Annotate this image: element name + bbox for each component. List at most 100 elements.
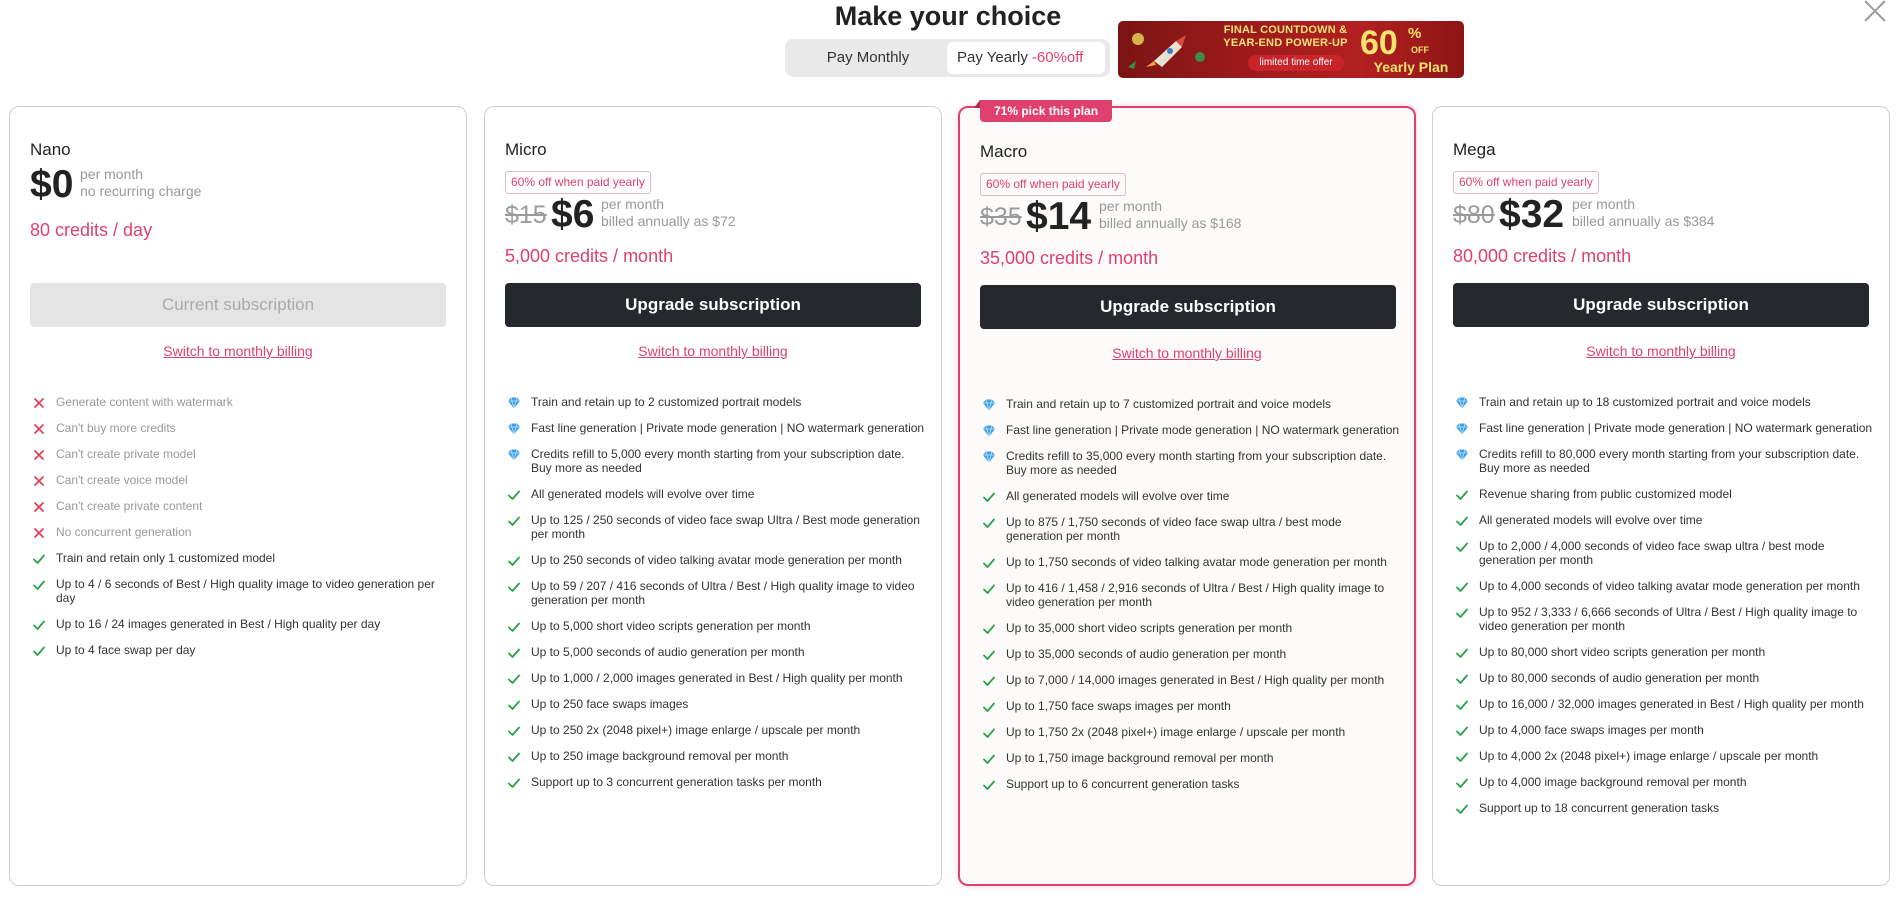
feature-text: Generate content with watermark <box>56 395 233 409</box>
check-icon <box>32 644 46 658</box>
feature-text: Credits refill to 5,000 every month star… <box>531 447 905 475</box>
diamond-icon <box>1455 422 1469 436</box>
feature-item: Up to 59 / 207 / 416 seconds of Ultra / … <box>505 579 925 607</box>
check-icon <box>982 622 996 636</box>
upgrade-subscription-button[interactable]: Upgrade subscription <box>980 285 1396 329</box>
price-period: per month billed annually as $72 <box>601 196 736 230</box>
feature-item: Up to 7,000 / 14,000 images generated in… <box>980 673 1400 687</box>
price-period-line-2: billed annually as $168 <box>1099 215 1242 231</box>
banner-headline-line-1: FINAL COUNTDOWN & <box>1223 24 1348 36</box>
check-icon <box>507 672 521 686</box>
feature-item: Credits refill to 80,000 every month sta… <box>1453 447 1873 475</box>
check-icon <box>1455 698 1469 712</box>
feature-text: Up to 1,750 seconds of video talking ava… <box>1006 555 1387 569</box>
check-icon <box>507 554 521 568</box>
price-period-line-2: billed annually as $72 <box>601 213 736 229</box>
switch-monthly-billing-link[interactable]: Switch to monthly billing <box>960 345 1414 361</box>
price-period-line-1: per month <box>80 166 144 182</box>
check-icon <box>1455 580 1469 594</box>
diamond-icon <box>1455 448 1469 462</box>
cross-icon <box>32 526 46 540</box>
switch-monthly-billing-link[interactable]: Switch to monthly billing <box>485 343 941 359</box>
feature-item: Up to 5,000 short video scripts generati… <box>505 619 925 633</box>
check-icon <box>1455 606 1469 620</box>
feature-item: Fast line generation | Private mode gene… <box>980 423 1400 437</box>
plan-name: Macro <box>980 142 1028 161</box>
banner-headline: FINAL COUNTDOWN & YEAR-END POWER-UP <box>1198 24 1373 50</box>
pay-yearly-option[interactable]: Pay Yearly -60%off <box>947 42 1105 74</box>
original-price: $15 <box>505 201 547 229</box>
price-period-line-1: per month <box>601 196 665 212</box>
feature-text: Revenue sharing from public customized m… <box>1479 487 1732 501</box>
feature-item: Can't create private content <box>30 499 450 513</box>
feature-item: Credits refill to 5,000 every month star… <box>505 447 925 475</box>
feature-item: Credits refill to 35,000 every month sta… <box>980 449 1400 477</box>
price-period: per month billed annually as $384 <box>1572 196 1714 230</box>
current-price: $14 <box>1026 195 1092 238</box>
cross-icon <box>32 448 46 462</box>
feature-item: Up to 5,000 seconds of audio generation … <box>505 645 925 659</box>
feature-list: Train and retain up to 7 customized port… <box>980 397 1400 803</box>
plan-name: Nano <box>30 140 71 159</box>
feature-text: Can't create private content <box>56 499 203 513</box>
feature-text: Up to 250 2x (2048 pixel+) image enlarge… <box>531 723 861 737</box>
feature-item: Up to 2,000 / 4,000 seconds of video fac… <box>1453 539 1873 567</box>
original-price: $80 <box>1453 201 1495 229</box>
feature-text: Can't create private model <box>56 447 196 461</box>
diamond-icon <box>507 396 521 410</box>
check-icon <box>982 674 996 688</box>
current-subscription-button: Current subscription <box>30 283 446 327</box>
switch-monthly-billing-link[interactable]: Switch to monthly billing <box>10 343 466 359</box>
banner-discount-number: 60 <box>1360 24 1398 62</box>
feature-text: Credits refill to 80,000 every month sta… <box>1479 447 1860 475</box>
plan-card-micro: Micro 60% off when paid yearly $15 $6 per mo… <box>484 106 942 886</box>
feature-text: Up to 416 / 1,458 / 2,916 seconds of Ult… <box>1006 581 1385 609</box>
feature-list: Generate content with watermark Can't buy… <box>30 395 450 669</box>
feature-text: Fast line generation | Private mode gene… <box>1006 423 1400 437</box>
check-icon <box>507 698 521 712</box>
feature-list: Train and retain up to 18 customized por… <box>1453 395 1873 827</box>
diamond-icon <box>1455 396 1469 410</box>
feature-text: Support up to 18 concurrent generation t… <box>1479 801 1720 815</box>
pay-monthly-option[interactable]: Pay Monthly <box>793 42 943 74</box>
price-period: per month no recurring charge <box>80 166 201 200</box>
feature-text: Up to 5,000 short video scripts generati… <box>531 619 811 633</box>
feature-item: Generate content with watermark <box>30 395 450 409</box>
feature-text: Up to 4 face swap per day <box>56 643 196 657</box>
feature-text: Up to 2,000 / 4,000 seconds of video fac… <box>1479 539 1825 567</box>
check-icon <box>32 618 46 632</box>
close-icon[interactable] <box>1862 0 1888 22</box>
feature-text: Up to 5,000 seconds of audio generation … <box>531 645 805 659</box>
banner-off: OFF <box>1411 45 1429 55</box>
check-icon <box>507 776 521 790</box>
upgrade-subscription-button[interactable]: Upgrade subscription <box>505 283 921 327</box>
feature-item: Up to 4 face swap per day <box>30 643 450 657</box>
plan-name: Micro <box>505 140 547 159</box>
yearly-discount-tag: 60% off when paid yearly <box>980 173 1126 196</box>
banner-plan: Yearly Plan <box>1373 59 1449 75</box>
check-icon <box>1455 802 1469 816</box>
promo-banner[interactable]: FINAL COUNTDOWN & YEAR-END POWER-UP limit… <box>1118 21 1464 78</box>
feature-item: Up to 416 / 1,458 / 2,916 seconds of Ult… <box>980 581 1400 609</box>
plan-card-nano: Nano $0 per month no recurring charge 80 cre… <box>9 106 467 886</box>
feature-item: Up to 875 / 1,750 seconds of video face … <box>980 515 1400 543</box>
feature-text: No concurrent generation <box>56 525 192 539</box>
feature-text: Up to 4,000 face swaps images per month <box>1479 723 1704 737</box>
price-period-line-2: billed annually as $384 <box>1572 213 1715 229</box>
check-icon <box>982 700 996 714</box>
current-price: $32 <box>1499 193 1565 236</box>
feature-text: Up to 7,000 / 14,000 images generated in… <box>1006 673 1385 687</box>
feature-item: Can't create voice model <box>30 473 450 487</box>
cross-icon <box>32 396 46 410</box>
upgrade-subscription-button[interactable]: Upgrade subscription <box>1453 283 1869 327</box>
feature-text: Up to 250 seconds of video talking avata… <box>531 553 902 567</box>
switch-monthly-billing-link[interactable]: Switch to monthly billing <box>1433 343 1889 359</box>
feature-text: Up to 250 image background removal per m… <box>531 749 789 763</box>
check-icon <box>982 490 996 504</box>
feature-item: Train and retain up to 18 customized por… <box>1453 395 1873 409</box>
feature-text: All generated models will evolve over ti… <box>531 487 755 501</box>
feature-text: Train and retain only 1 customized model <box>56 551 275 565</box>
feature-text: Up to 1,750 image background removal per… <box>1006 751 1274 765</box>
feature-item: Can't buy more credits <box>30 421 450 435</box>
feature-item: Can't create private model <box>30 447 450 461</box>
